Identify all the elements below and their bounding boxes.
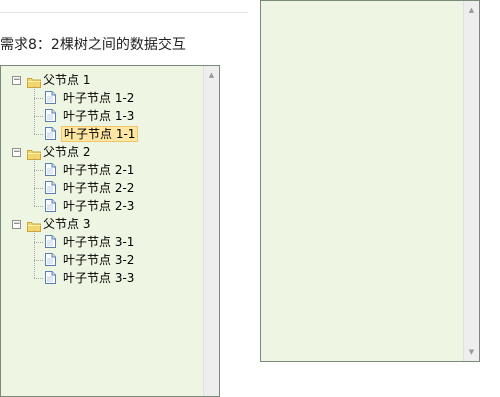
tree-connector-line	[34, 134, 43, 135]
tree-connector-line	[34, 116, 43, 117]
minus-box-icon[interactable]: −	[12, 220, 21, 229]
tree-connector-line	[34, 170, 43, 171]
tree-parent-label[interactable]: 父节点 2	[43, 143, 90, 161]
tree-connector-line	[34, 230, 35, 278]
document-icon	[45, 91, 56, 104]
folder-open-icon	[27, 219, 41, 232]
tree-leaf-label[interactable]: 叶子节点 1-3	[61, 107, 136, 125]
left-scrollbar[interactable]: ▲	[203, 66, 219, 396]
tree-leaf-label[interactable]: 叶子节点 3-1	[61, 233, 136, 251]
document-icon	[45, 235, 56, 248]
right-tree-panel[interactable]: ▲ ▼	[260, 0, 480, 362]
minus-box-icon[interactable]: −	[12, 148, 21, 157]
minus-box-icon[interactable]: −	[12, 76, 21, 85]
tree-connector-line	[34, 242, 43, 243]
document-icon	[45, 181, 56, 194]
right-scrollbar[interactable]: ▲ ▼	[463, 1, 479, 361]
tree-connector-line	[34, 86, 35, 134]
folder-open-icon	[27, 75, 41, 88]
tree-connector-line	[34, 158, 35, 206]
tree-leaf-label[interactable]: 叶子节点 3-3	[61, 269, 136, 287]
tree-leaf-label[interactable]: 叶子节点 3-2	[61, 251, 136, 269]
left-tree-panel[interactable]: − 父节点 1 叶子节点 1-2 叶子节点 1-3 叶子节点 1-1− 父节点 2 叶子节点…	[0, 65, 220, 397]
tree-leaf-label[interactable]: 叶子节点 1-2	[61, 89, 136, 107]
scroll-down-arrow-icon[interactable]: ▼	[464, 345, 479, 359]
tree-connector-line	[34, 98, 43, 99]
scroll-up-arrow-icon[interactable]: ▲	[464, 3, 479, 17]
scroll-up-arrow-icon[interactable]: ▲	[204, 68, 219, 82]
document-icon	[45, 199, 56, 212]
tree-leaf-label[interactable]: 叶子节点 2-3	[61, 197, 136, 215]
folder-open-icon	[27, 147, 41, 160]
tree-parent-label[interactable]: 父节点 3	[43, 215, 90, 233]
document-icon	[45, 127, 56, 140]
tree-leaf-label-selected[interactable]: 叶子节点 1-1	[61, 126, 139, 142]
tree-connector-line	[34, 260, 43, 261]
tree-connector-line	[34, 188, 43, 189]
tree-parent-label[interactable]: 父节点 1	[43, 71, 90, 89]
top-divider	[0, 12, 248, 13]
document-icon	[45, 163, 56, 176]
tree-connector-line	[34, 278, 43, 279]
page-title: 需求8：2棵树之间的数据交互	[0, 37, 186, 53]
document-icon	[45, 271, 56, 284]
document-icon	[45, 253, 56, 266]
tree-leaf-label[interactable]: 叶子节点 2-2	[61, 179, 136, 197]
tree-connector-line	[34, 206, 43, 207]
tree-leaf-label[interactable]: 叶子节点 2-1	[61, 161, 136, 179]
document-icon	[45, 109, 56, 122]
